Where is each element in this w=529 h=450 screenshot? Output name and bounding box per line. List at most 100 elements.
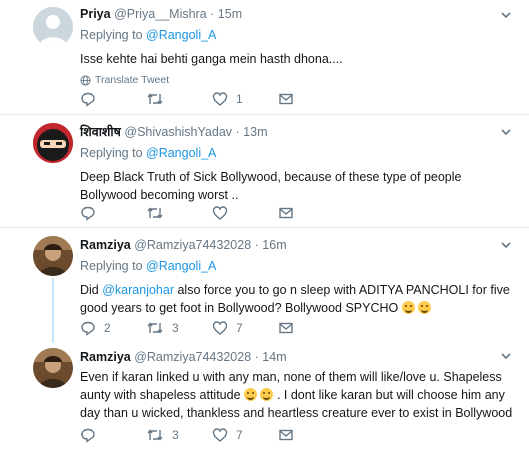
avatar[interactable]: [33, 7, 73, 47]
chevron-down-icon[interactable]: [499, 349, 515, 365]
replying-to: Replying to @Rangoli_A: [80, 257, 517, 275]
username[interactable]: @Ramziya74432028: [134, 350, 251, 364]
retweet-button[interactable]: 3: [146, 427, 212, 443]
reply-count: 2: [104, 321, 111, 335]
grinning-emoji-icon: [401, 301, 415, 314]
chevron-down-icon[interactable]: [499, 238, 515, 254]
like-button[interactable]: [212, 205, 278, 221]
mail-icon: [279, 429, 293, 441]
like-button[interactable]: 7: [212, 427, 278, 443]
heart-icon: [212, 321, 228, 335]
chevron-down-icon[interactable]: [499, 125, 515, 141]
reply-button[interactable]: [80, 91, 146, 107]
retweet-count: 3: [172, 428, 179, 442]
mention-link[interactable]: @karanjohar: [102, 283, 174, 297]
timestamp[interactable]: 16m: [262, 238, 286, 252]
heart-icon: [212, 92, 228, 106]
tweet-text-part: Did: [80, 283, 103, 297]
direct-message-button[interactable]: [278, 91, 294, 107]
username[interactable]: @Ramziya74432028: [134, 238, 251, 252]
retweet-icon: [147, 429, 163, 441]
separator-dot: ·: [235, 125, 240, 139]
tweet[interactable]: शिवाशीष @ShivashishYadav · 13m Replying …: [0, 115, 529, 228]
ninja-avatar-icon: [33, 123, 73, 163]
tweet-actions: [80, 204, 294, 222]
retweet-count: 3: [172, 321, 179, 335]
replying-to-mention[interactable]: @Rangoli_A: [146, 259, 216, 273]
replying-to-label: Replying to: [80, 28, 147, 42]
avatar[interactable]: [33, 123, 73, 163]
tweet-header: Priya @Priya__Mishra · 15m: [80, 5, 517, 23]
reply-button[interactable]: [80, 205, 146, 221]
separator-dot: ·: [210, 7, 215, 21]
tweet-text: Isse kehte hai behti ganga mein hasth dh…: [80, 52, 343, 66]
tweet-header: Ramziya @Ramziya74432028 · 16m: [80, 236, 517, 254]
like-count: 7: [236, 428, 243, 442]
retweet-icon: [147, 322, 163, 334]
reply-icon: [81, 206, 95, 221]
heart-icon: [212, 206, 228, 220]
tweet-text: Did @karanjohar also force you to go n s…: [80, 281, 517, 317]
reply-icon: [81, 92, 95, 107]
replying-to: Replying to @Rangoli_A: [80, 26, 517, 44]
retweet-icon: [147, 93, 163, 105]
tweet-feed: Priya @Priya__Mishra · 15m Replying to @…: [0, 0, 529, 450]
tweet-actions: 1: [80, 90, 294, 108]
tweet[interactable]: Ramziya @Ramziya74432028 · 14m Even if k…: [0, 343, 529, 450]
reply-icon: [81, 428, 95, 443]
grinning-emoji-icon: [418, 301, 432, 314]
like-count: 7: [236, 321, 243, 335]
mail-icon: [279, 93, 293, 105]
username[interactable]: @Priya__Mishra: [114, 7, 207, 21]
display-name[interactable]: शिवाशीष: [80, 125, 121, 139]
chevron-down-icon[interactable]: [499, 8, 515, 24]
reply-button[interactable]: [80, 427, 146, 443]
tweet[interactable]: Priya @Priya__Mishra · 15m Replying to @…: [0, 0, 529, 115]
username[interactable]: @ShivashishYadav: [124, 125, 232, 139]
reply-icon: [81, 321, 95, 336]
tweet-header: Ramziya @Ramziya74432028 · 14m: [80, 348, 517, 366]
globe-icon: [80, 74, 91, 86]
avatar[interactable]: [33, 236, 73, 276]
direct-message-button[interactable]: [278, 205, 294, 221]
separator-dot: ·: [254, 350, 259, 364]
avatar[interactable]: [33, 348, 73, 388]
timestamp[interactable]: 13m: [243, 125, 267, 139]
tweet-text: Deep Black Truth of Sick Bollywood, beca…: [80, 170, 462, 202]
like-count: 1: [236, 92, 243, 106]
tweet-header: शिवाशीष @ShivashishYadav · 13m: [80, 123, 517, 141]
timestamp[interactable]: 15m: [218, 7, 242, 21]
display-name[interactable]: Ramziya: [80, 238, 131, 252]
tweet-actions: 3 7: [80, 426, 294, 444]
mail-icon: [279, 207, 293, 219]
like-button[interactable]: 7: [212, 320, 278, 336]
retweet-icon: [147, 207, 163, 219]
grinning-emoji-icon: [244, 388, 257, 401]
replying-to-mention[interactable]: @Rangoli_A: [146, 146, 216, 160]
profile-photo-icon: [33, 348, 73, 388]
replying-to-label: Replying to: [80, 259, 147, 273]
mail-icon: [279, 322, 293, 334]
retweet-button[interactable]: [146, 205, 212, 221]
default-avatar-icon: [33, 7, 73, 47]
profile-photo-icon: [33, 236, 73, 276]
like-button[interactable]: 1: [212, 91, 278, 107]
tweet[interactable]: Ramziya @Ramziya74432028 · 16m Replying …: [0, 228, 529, 343]
replying-to-label: Replying to: [80, 146, 147, 160]
translate-tweet-link[interactable]: Translate Tweet: [80, 72, 517, 88]
display-name[interactable]: Ramziya: [80, 350, 131, 364]
grinning-emoji-icon: [260, 388, 274, 401]
heart-icon: [212, 428, 228, 442]
direct-message-button[interactable]: [278, 320, 294, 336]
display-name[interactable]: Priya: [80, 7, 111, 21]
retweet-button[interactable]: [146, 91, 212, 107]
replying-to-mention[interactable]: @Rangoli_A: [146, 28, 216, 42]
translate-label: Translate Tweet: [95, 74, 170, 86]
separator-dot: ·: [254, 238, 259, 252]
timestamp[interactable]: 14m: [262, 350, 286, 364]
tweet-actions: 2 3 7: [80, 319, 294, 337]
retweet-button[interactable]: 3: [146, 320, 212, 336]
reply-button[interactable]: 2: [80, 320, 146, 336]
replying-to: Replying to @Rangoli_A: [80, 144, 517, 162]
direct-message-button[interactable]: [278, 427, 294, 443]
